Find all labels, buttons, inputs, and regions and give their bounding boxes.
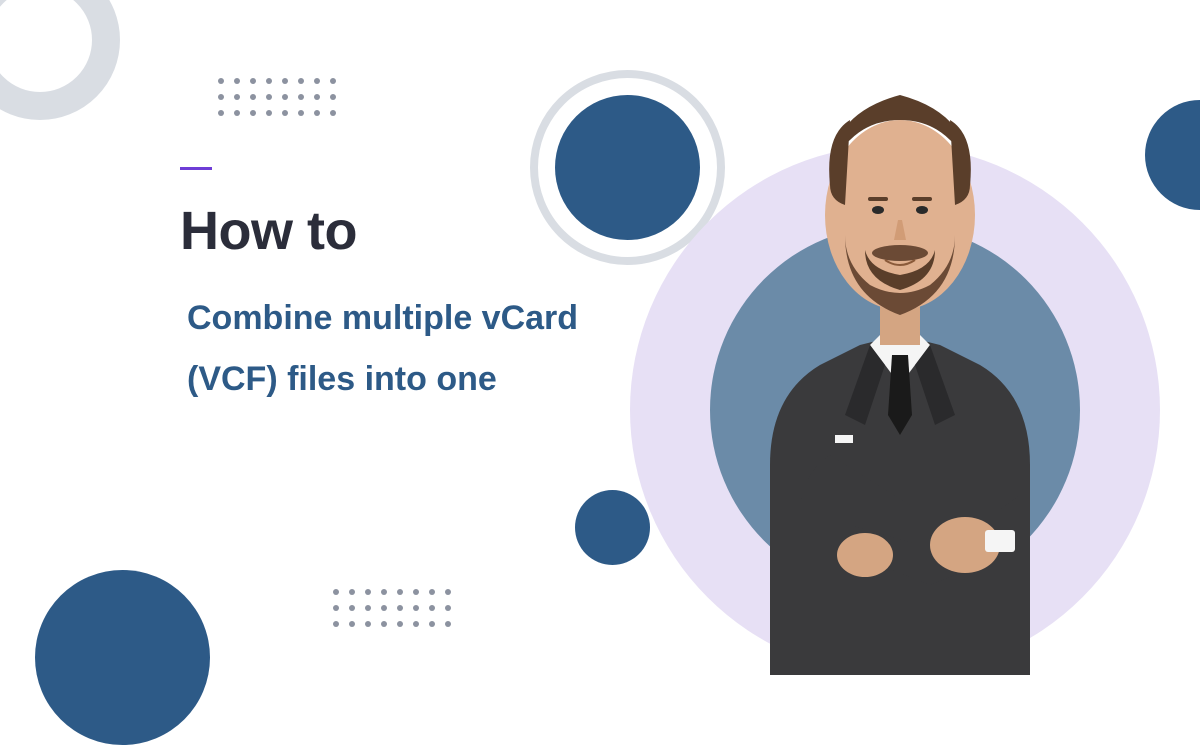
decorative-ring-topleft [0,0,120,120]
subheading-line-2: (VCF) files into one [187,349,578,410]
page-subheading: Combine multiple vCard (VCF) files into … [187,288,578,410]
decorative-dots-top [218,78,336,116]
decorative-circle-bottomleft [35,570,210,745]
decorative-dots-bottom [333,589,451,627]
subheading-line-1: Combine multiple vCard [187,288,578,349]
decorative-circle-right [1145,100,1200,210]
decorative-circle-small [575,490,650,565]
accent-line [180,167,212,170]
person-illustration [670,35,1130,675]
page-heading: How to [180,200,357,262]
